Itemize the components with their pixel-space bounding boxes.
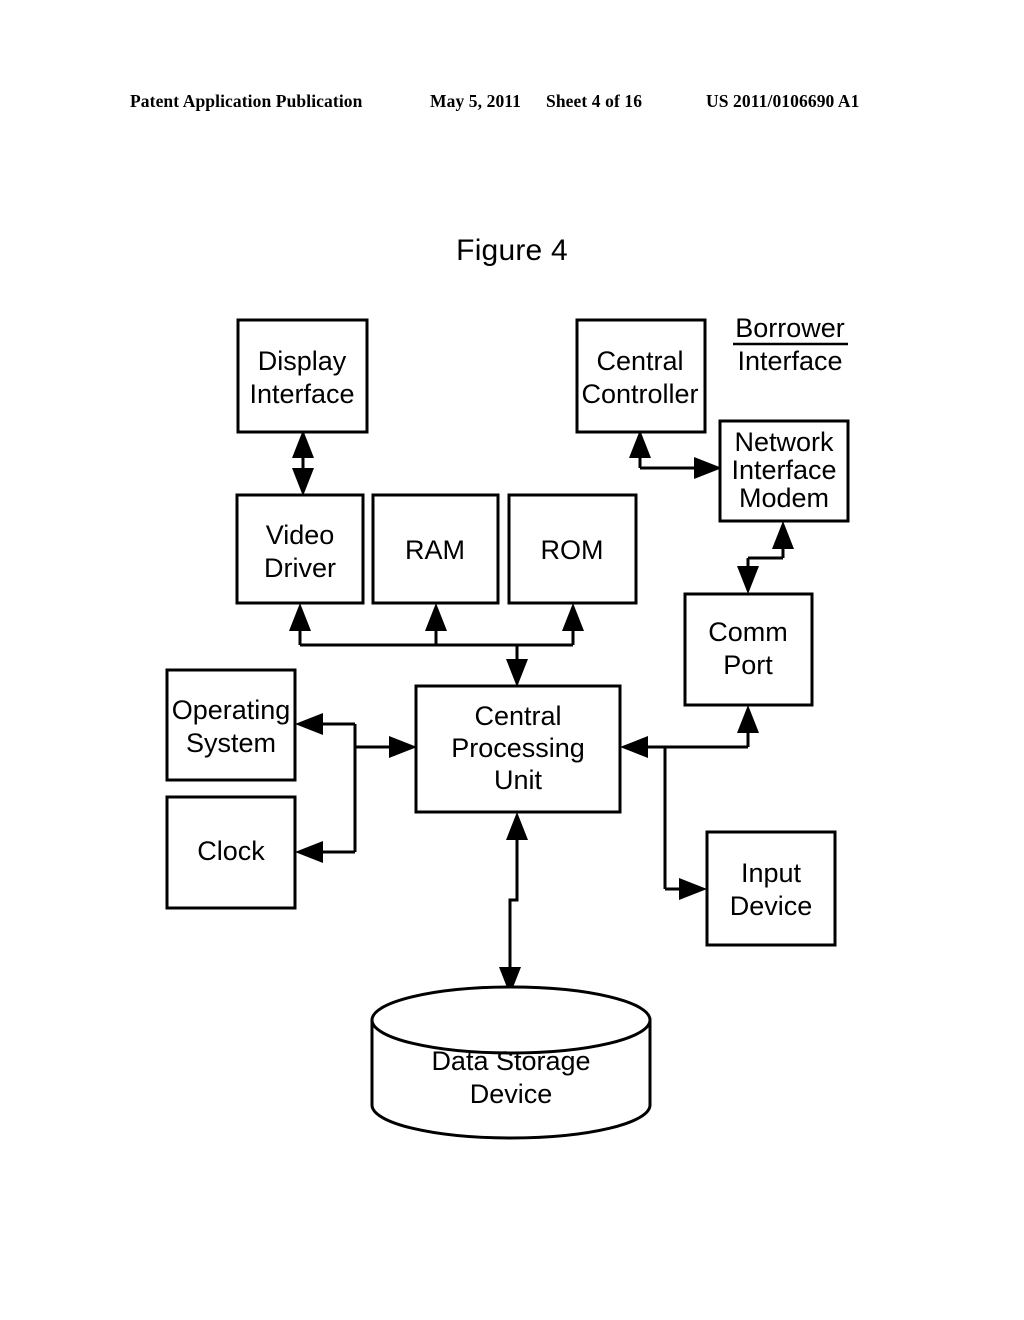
node-central-controller-line2: Controller bbox=[581, 379, 698, 409]
node-network-interface-modem[interactable]: Network Interface Modem bbox=[718, 419, 850, 523]
node-comm-port-line1: Comm bbox=[708, 617, 788, 647]
node-comm-port-line2: Port bbox=[723, 650, 773, 680]
connector-network-modem-comm-port bbox=[737, 521, 794, 594]
block-diagram: Display Interface Central Controller Bor… bbox=[0, 0, 1024, 1320]
node-video-driver-line2: Driver bbox=[264, 553, 336, 583]
node-display-interface-line2: Interface bbox=[249, 379, 354, 409]
node-comm-port[interactable]: Comm Port bbox=[683, 592, 814, 707]
connector-cpu-os-clock bbox=[295, 713, 417, 863]
node-clock[interactable]: Clock bbox=[165, 795, 297, 910]
node-network-modem-line1: Network bbox=[734, 427, 834, 457]
connector-display-interface-video-driver bbox=[292, 430, 314, 496]
connector-memory-bus bbox=[289, 603, 584, 687]
node-cpu-line1: Central bbox=[474, 701, 561, 731]
node-data-storage-device[interactable]: Data Storage Device bbox=[370, 985, 652, 1140]
node-operating-system-line2: System bbox=[186, 728, 276, 758]
borrower-interface-line1: Borrower bbox=[735, 313, 845, 343]
node-data-storage-line2: Device bbox=[470, 1079, 553, 1109]
node-display-interface-line1: Display bbox=[258, 346, 347, 376]
node-display-interface[interactable]: Display Interface bbox=[236, 318, 369, 434]
node-ram[interactable]: RAM bbox=[371, 493, 500, 605]
node-data-storage-line1: Data Storage bbox=[431, 1046, 590, 1076]
node-network-modem-line2: Interface bbox=[731, 455, 836, 485]
label-borrower-interface: Borrower Interface bbox=[733, 313, 848, 376]
node-rom[interactable]: ROM bbox=[507, 493, 638, 605]
node-input-device-line2: Device bbox=[730, 891, 813, 921]
borrower-interface-line2: Interface bbox=[737, 346, 842, 376]
node-cpu-line2: Processing bbox=[451, 733, 585, 763]
node-central-processing-unit[interactable]: Central Processing Unit bbox=[414, 684, 622, 814]
node-central-controller-line1: Central bbox=[596, 346, 683, 376]
node-input-device-line1: Input bbox=[741, 858, 802, 888]
node-central-controller[interactable]: Central Controller bbox=[575, 318, 707, 434]
node-input-device[interactable]: Input Device bbox=[705, 830, 837, 947]
node-operating-system-line1: Operating bbox=[172, 695, 291, 725]
node-network-modem-line3: Modem bbox=[739, 483, 829, 513]
node-rom-label: ROM bbox=[541, 535, 604, 565]
node-ram-label: RAM bbox=[405, 535, 465, 565]
node-video-driver-line1: Video bbox=[266, 520, 335, 550]
node-video-driver[interactable]: Video Driver bbox=[235, 493, 365, 605]
node-operating-system[interactable]: Operating System bbox=[165, 668, 297, 782]
node-cpu-line3: Unit bbox=[494, 765, 543, 795]
node-clock-label: Clock bbox=[197, 836, 265, 866]
connector-cpu-data-storage bbox=[499, 812, 528, 995]
connector-central-controller-network-modem bbox=[629, 430, 722, 479]
